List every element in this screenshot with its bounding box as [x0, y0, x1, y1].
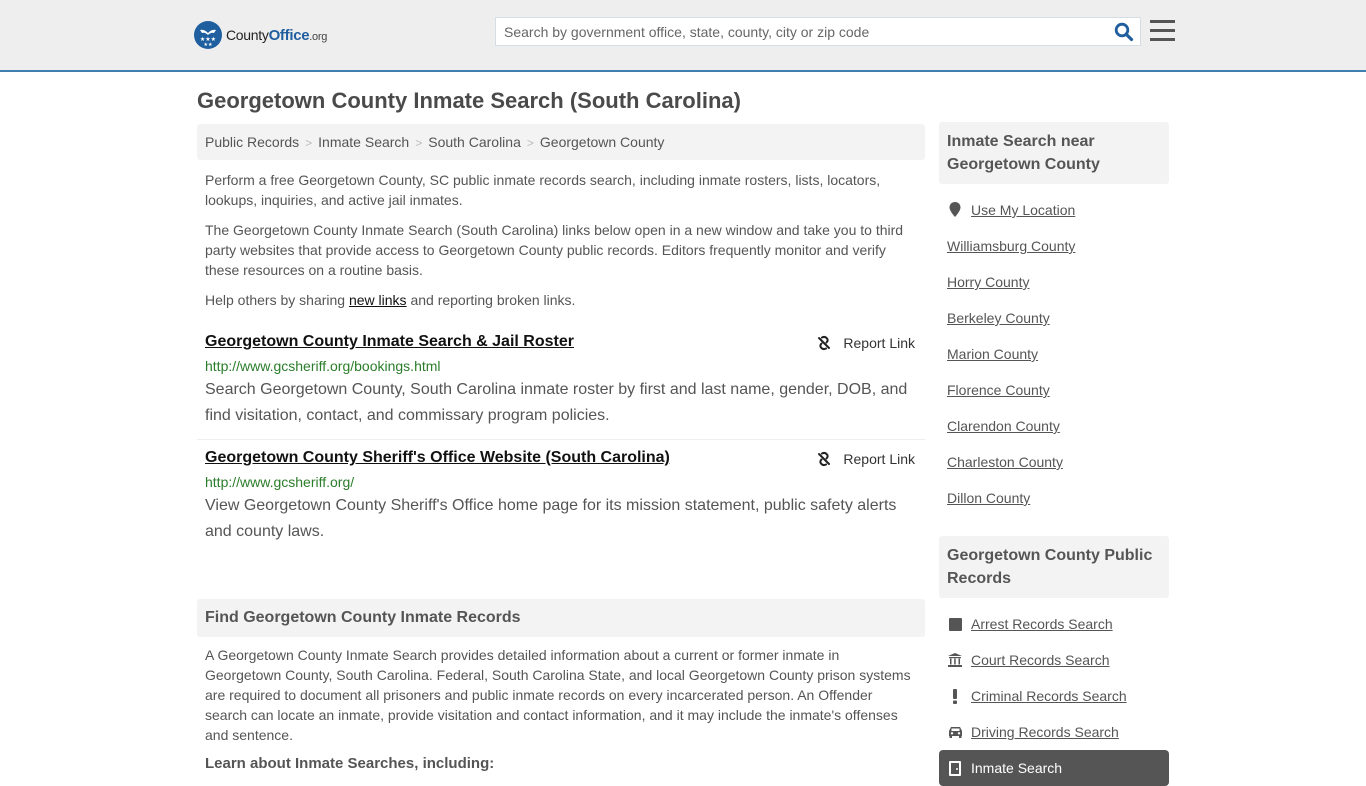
site-logo[interactable]: ★★★ ★★ CountyOffice.org: [194, 21, 327, 49]
public-records-item-criminal: Criminal Records Search: [947, 678, 1161, 714]
door-icon: [947, 760, 963, 776]
nearby-county-link[interactable]: Florence County: [947, 382, 1050, 398]
page-title: Georgetown County Inmate Search (South C…: [197, 88, 741, 113]
breadcrumb-public-records[interactable]: Public Records: [205, 134, 299, 150]
report-link-button[interactable]: Report Link: [816, 451, 915, 467]
inmate-search-label: Inmate Search: [971, 760, 1063, 776]
nearby-county-item: Florence County: [947, 372, 1161, 408]
nearby-county-item: Williamsburg County: [947, 228, 1161, 264]
sidebar-nearby: Inmate Search near Georgetown County Use…: [939, 122, 1169, 516]
courthouse-icon: [947, 652, 963, 668]
nearby-county-item: Marion County: [947, 336, 1161, 372]
nearby-county-item: Dillon County: [947, 480, 1161, 516]
search-box: [495, 17, 1141, 46]
result-item: Georgetown County Inmate Search & Jail R…: [197, 324, 925, 439]
sidebar-nearby-heading: Inmate Search near Georgetown County: [939, 122, 1169, 184]
breadcrumb-separator: >: [305, 136, 313, 150]
nearby-county-link[interactable]: Clarendon County: [947, 418, 1060, 434]
search-button[interactable]: [1114, 22, 1134, 42]
search-icon: [1114, 22, 1134, 42]
broken-link-icon: [818, 335, 831, 351]
menu-bar: [1150, 20, 1175, 23]
menu-bar: [1150, 29, 1175, 32]
logo-text: CountyOffice.org: [226, 26, 328, 44]
criminal-records-link[interactable]: Criminal Records Search: [971, 688, 1127, 704]
result-title-link[interactable]: Georgetown County Inmate Search & Jail R…: [205, 332, 574, 352]
map-marker-icon: [947, 202, 963, 218]
new-links-link[interactable]: new links: [349, 292, 407, 308]
hamburger-menu-button[interactable]: [1150, 20, 1175, 42]
result-url: http://www.gcsheriff.org/bookings.html: [205, 358, 441, 374]
sidebar-public-records: Georgetown County Public Records Arrest …: [939, 536, 1169, 786]
report-link-label: Report Link: [843, 451, 915, 467]
breadcrumb-south-carolina[interactable]: South Carolina: [428, 134, 521, 150]
result-item: Georgetown County Sheriff's Office Websi…: [197, 439, 925, 555]
public-records-item-driving: Driving Records Search: [947, 714, 1161, 750]
svg-text:★★: ★★: [204, 42, 213, 48]
nearby-county-link[interactable]: Berkeley County: [947, 310, 1050, 326]
breadcrumb-inmate-search[interactable]: Inmate Search: [318, 134, 409, 150]
sidebar-public-records-heading: Georgetown County Public Records: [939, 536, 1169, 598]
nearby-county-item: Charleston County: [947, 444, 1161, 480]
use-my-location-item: Use My Location: [947, 192, 1161, 228]
menu-bar: [1150, 38, 1175, 41]
site-header: ★★★ ★★ CountyOffice.org: [0, 0, 1366, 72]
nearby-county-item: Berkeley County: [947, 300, 1161, 336]
breadcrumb-georgetown-county: Georgetown County: [539, 134, 665, 150]
main-content: Public Records > Inmate Search > South Carol…: [197, 124, 925, 782]
nearby-county-link[interactable]: Williamsburg County: [947, 238, 1075, 254]
find-records-heading: Find Georgetown County Inmate Records: [197, 599, 925, 637]
public-records-item-court: Court Records Search: [947, 642, 1161, 678]
nearby-county-item: Horry County: [947, 264, 1161, 300]
nearby-county-link[interactable]: Horry County: [947, 274, 1029, 290]
intro-share-paragraph: Help others by sharing new links and rep…: [205, 292, 576, 308]
report-link-button[interactable]: Report Link: [816, 335, 915, 351]
intro-text: Perform a free Georgetown County, SC pub…: [197, 170, 925, 310]
nearby-county-item: Clarendon County: [947, 408, 1161, 444]
intro-paragraph: The Georgetown County Inmate Search (Sou…: [205, 222, 904, 278]
result-description: Search Georgetown County, South Carolina…: [205, 381, 908, 424]
nearby-county-link[interactable]: Dillon County: [947, 490, 1030, 506]
public-records-item-arrest: Arrest Records Search: [947, 606, 1161, 642]
learn-about-heading: Learn about Inmate Searches, including:: [205, 755, 495, 772]
arrest-records-link[interactable]: Arrest Records Search: [971, 616, 1113, 632]
result-description: View Georgetown County Sheriff's Office …: [205, 497, 897, 540]
find-records-text: A Georgetown County Inmate Search provid…: [205, 647, 911, 743]
broken-link-icon: [818, 451, 831, 467]
result-url: http://www.gcsheriff.org/: [205, 474, 355, 490]
use-my-location-link[interactable]: Use My Location: [971, 202, 1075, 218]
result-title-link[interactable]: Georgetown County Sheriff's Office Websi…: [205, 448, 670, 468]
breadcrumb-separator: >: [415, 136, 423, 150]
logo-eagle-icon: ★★★ ★★: [194, 21, 222, 49]
search-input[interactable]: [496, 18, 1096, 45]
car-icon: [947, 724, 963, 740]
square-icon: [947, 616, 963, 632]
driving-records-link[interactable]: Driving Records Search: [971, 724, 1119, 740]
exclamation-icon: [947, 688, 963, 704]
intro-paragraph: Perform a free Georgetown County, SC pub…: [205, 172, 881, 208]
breadcrumb-separator: >: [526, 136, 534, 150]
nearby-county-link[interactable]: Charleston County: [947, 454, 1063, 470]
court-records-link[interactable]: Court Records Search: [971, 652, 1110, 668]
breadcrumb: Public Records > Inmate Search > South Carol…: [197, 124, 925, 160]
nearby-county-link[interactable]: Marion County: [947, 346, 1038, 362]
public-records-item-inmate-active[interactable]: Inmate Search: [939, 750, 1169, 786]
report-link-label: Report Link: [843, 335, 915, 351]
